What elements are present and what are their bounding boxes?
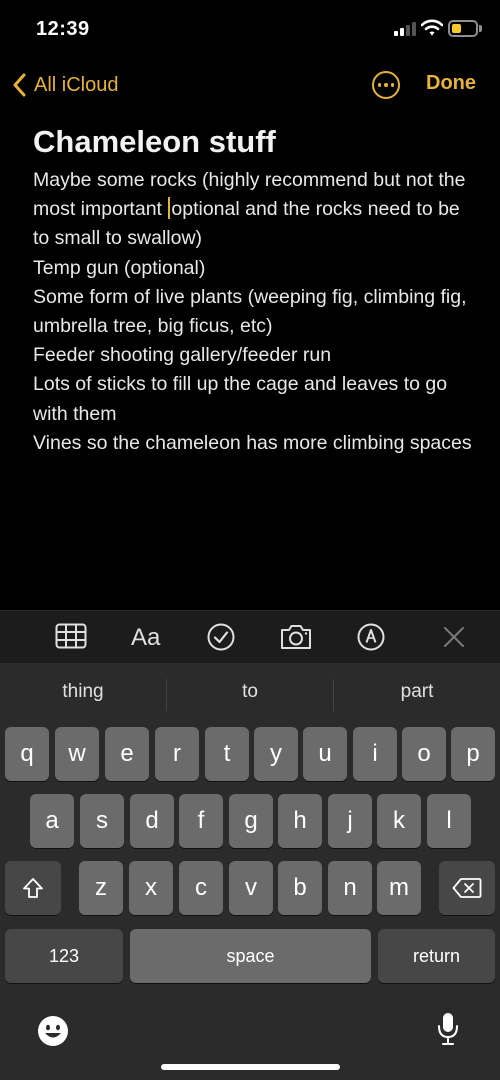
done-button[interactable]: Done bbox=[426, 72, 476, 95]
cellular-signal-icon bbox=[394, 22, 416, 36]
key-p[interactable]: p bbox=[451, 727, 495, 781]
key-n[interactable]: n bbox=[328, 861, 372, 915]
suggestion-item[interactable]: to bbox=[167, 681, 333, 703]
markup-icon[interactable] bbox=[357, 623, 385, 651]
key-o[interactable]: o bbox=[402, 727, 446, 781]
keyboard: thing to part q w e r t y u i o p a s d … bbox=[0, 663, 500, 1080]
key-c[interactable]: c bbox=[179, 861, 223, 915]
return-key[interactable]: return bbox=[378, 929, 495, 983]
wifi-icon bbox=[421, 19, 443, 36]
battery-icon bbox=[448, 20, 478, 37]
chevron-left-icon bbox=[13, 73, 26, 97]
note-body[interactable]: Maybe some rocks (highly recommend but n… bbox=[33, 166, 473, 458]
status-bar: 12:39 bbox=[0, 0, 500, 60]
backspace-key[interactable] bbox=[439, 861, 495, 915]
numbers-key[interactable]: 123 bbox=[5, 929, 123, 983]
key-s[interactable]: s bbox=[80, 794, 124, 848]
home-indicator[interactable] bbox=[161, 1064, 340, 1070]
key-i[interactable]: i bbox=[353, 727, 397, 781]
note-line[interactable]: Maybe some rocks (highly recommend but n… bbox=[33, 166, 473, 254]
key-k[interactable]: k bbox=[377, 794, 421, 848]
key-b[interactable]: b bbox=[278, 861, 322, 915]
camera-icon[interactable] bbox=[279, 623, 313, 651]
note-editor[interactable]: Chameleon stuff Maybe some rocks (highly… bbox=[33, 122, 473, 458]
status-time: 12:39 bbox=[36, 18, 90, 40]
shift-key[interactable] bbox=[5, 861, 61, 915]
note-line[interactable]: Feeder shooting gallery/feeder run bbox=[33, 341, 473, 370]
key-d[interactable]: d bbox=[130, 794, 174, 848]
note-line[interactable]: Vines so the chameleon has more climbing… bbox=[33, 429, 473, 458]
predictive-bar: thing to part bbox=[0, 663, 500, 725]
note-line[interactable]: Temp gun (optional) bbox=[33, 254, 473, 283]
key-a[interactable]: a bbox=[30, 794, 74, 848]
backspace-icon bbox=[452, 878, 482, 898]
key-v[interactable]: v bbox=[229, 861, 273, 915]
key-m[interactable]: m bbox=[377, 861, 421, 915]
more-options-icon[interactable] bbox=[372, 71, 400, 99]
back-label: All iCloud bbox=[34, 73, 119, 96]
key-t[interactable]: t bbox=[205, 727, 249, 781]
note-line[interactable]: Some form of live plants (weeping fig, c… bbox=[33, 283, 473, 341]
shift-icon bbox=[23, 878, 43, 898]
format-icon[interactable]: Aa bbox=[131, 624, 160, 652]
key-j[interactable]: j bbox=[328, 794, 372, 848]
key-e[interactable]: e bbox=[105, 727, 149, 781]
key-q[interactable]: q bbox=[5, 727, 49, 781]
key-r[interactable]: r bbox=[155, 727, 199, 781]
checklist-icon[interactable] bbox=[207, 623, 235, 651]
suggestion-item[interactable]: thing bbox=[0, 681, 166, 703]
close-icon[interactable] bbox=[443, 626, 465, 648]
suggestion-item[interactable]: part bbox=[334, 681, 500, 703]
note-line[interactable]: Lots of sticks to fill up the cage and l… bbox=[33, 370, 473, 428]
formatting-toolbar: Aa bbox=[0, 610, 500, 663]
key-g[interactable]: g bbox=[229, 794, 273, 848]
key-h[interactable]: h bbox=[278, 794, 322, 848]
microphone-icon[interactable] bbox=[436, 1011, 460, 1047]
key-z[interactable]: z bbox=[79, 861, 123, 915]
key-f[interactable]: f bbox=[179, 794, 223, 848]
key-y[interactable]: y bbox=[254, 727, 298, 781]
key-u[interactable]: u bbox=[303, 727, 347, 781]
emoji-icon[interactable] bbox=[37, 1015, 69, 1047]
key-l[interactable]: l bbox=[427, 794, 471, 848]
space-key[interactable]: space bbox=[130, 929, 371, 983]
key-x[interactable]: x bbox=[129, 861, 173, 915]
table-icon[interactable] bbox=[55, 623, 87, 649]
key-w[interactable]: w bbox=[55, 727, 99, 781]
note-title[interactable]: Chameleon stuff bbox=[33, 122, 473, 162]
back-button[interactable]: All iCloud bbox=[12, 70, 118, 100]
